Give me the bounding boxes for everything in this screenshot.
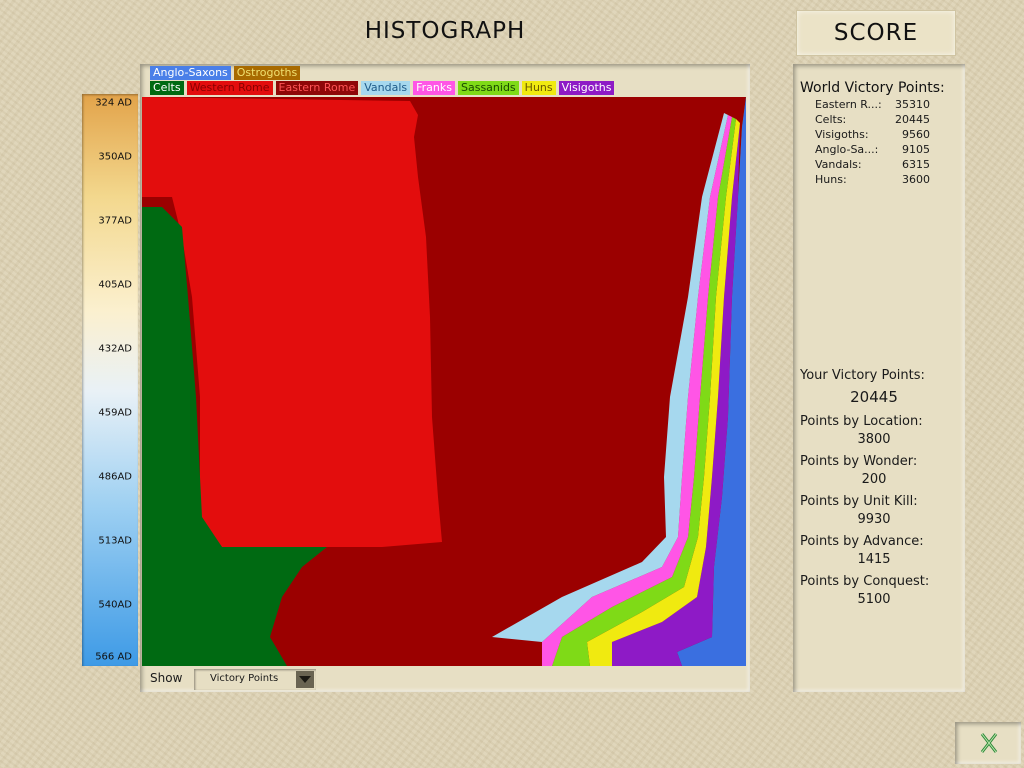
show-label: Show	[150, 671, 183, 685]
world-row-value: 6315	[902, 158, 930, 171]
your-victory-heading: Your Victory Points:	[800, 368, 925, 383]
legend-item-vandals[interactable]: Vandals	[361, 81, 411, 95]
world-row-name: Huns:	[815, 173, 847, 186]
histograph-plot	[142, 97, 746, 666]
world-row-name: Eastern R...:	[815, 98, 882, 111]
timeline-tick: 566 AD	[95, 651, 132, 663]
histograph-svg	[142, 97, 746, 666]
world-row-name: Vandals:	[815, 158, 862, 171]
legend-item-visigoths[interactable]: Visigoths	[558, 81, 615, 95]
timeline-bar: 324 AD 350AD 377AD 405AD 432AD 459AD 486…	[82, 94, 138, 666]
timeline-tick: 405AD	[98, 279, 132, 291]
timeline-tick: 432AD	[98, 343, 132, 355]
world-row-value: 9105	[902, 143, 930, 156]
points-wonder-label: Points by Wonder:	[800, 454, 918, 469]
your-victory-total: 20445	[850, 388, 898, 406]
points-location-label: Points by Location:	[800, 414, 923, 429]
points-conquest-label: Points by Conquest:	[800, 574, 930, 589]
points-conquest-value: 5100	[857, 592, 891, 607]
legend-item-ostrogoths[interactable]: Ostrogoths	[233, 66, 301, 80]
exit-button[interactable]	[963, 728, 1015, 758]
legend-item-sassanids[interactable]: Sassanids	[458, 81, 519, 95]
exit-frame	[955, 722, 1021, 764]
timeline-tick: 513AD	[98, 535, 132, 547]
exit-icon	[980, 733, 998, 753]
world-row: Anglo-Sa...: 9105	[815, 142, 930, 157]
world-row-name: Celts:	[815, 113, 847, 126]
legend: Anglo-Saxons Ostrogoths Celts Western Ro…	[150, 66, 750, 96]
points-location-value: 3800	[857, 432, 891, 447]
timeline-tick: 350AD	[98, 151, 132, 163]
timeline-tick: 459AD	[98, 407, 132, 419]
world-row-value: 3600	[902, 173, 930, 186]
world-row: Vandals: 6315	[815, 157, 930, 172]
world-row-name: Visigoths:	[815, 128, 869, 141]
world-row: Visigoths: 9560	[815, 127, 930, 142]
timeline-tick: 486AD	[98, 471, 132, 483]
timeline-tick: 540AD	[98, 599, 132, 611]
legend-item-franks[interactable]: Franks	[413, 81, 455, 95]
points-wonder-value: 200	[861, 472, 887, 487]
points-unitkill-label: Points by Unit Kill:	[800, 494, 918, 509]
points-advance-label: Points by Advance:	[800, 534, 924, 549]
legend-item-western-rome[interactable]: Western Rome	[186, 81, 273, 95]
world-row-value: 35310	[895, 98, 930, 111]
score-tab[interactable]: SCORE	[796, 10, 956, 56]
legend-item-celts[interactable]: Celts	[150, 81, 184, 95]
world-row: Celts: 20445	[815, 112, 930, 127]
legend-item-eastern-rome[interactable]: Eastern Rome	[275, 81, 359, 95]
legend-row-1: Anglo-Saxons Ostrogoths	[150, 66, 301, 80]
points-unitkill-value: 9930	[857, 512, 891, 527]
show-dropdown[interactable]: Victory Points	[194, 669, 316, 690]
world-row-name: Anglo-Sa...:	[815, 143, 879, 156]
world-row-value: 9560	[902, 128, 930, 141]
legend-item-anglo-saxons[interactable]: Anglo-Saxons	[150, 66, 231, 80]
legend-row-2: Celts Western Rome Eastern Rome Vandals …	[150, 81, 615, 95]
show-dropdown-value: Victory Points	[210, 673, 279, 684]
world-victory-points: World Victory Points: Eastern R...: 3531…	[800, 80, 960, 187]
chevron-down-icon[interactable]	[296, 671, 314, 688]
world-victory-heading: World Victory Points:	[800, 80, 945, 96]
world-row-value: 20445	[895, 113, 930, 126]
points-advance-value: 1415	[857, 552, 891, 567]
world-row: Eastern R...: 35310	[815, 97, 930, 112]
world-row: Huns: 3600	[815, 172, 930, 187]
timeline-tick: 324 AD	[95, 97, 132, 109]
legend-item-huns[interactable]: Huns	[521, 81, 556, 95]
timeline-tick: 377AD	[98, 215, 132, 227]
histograph-title: HISTOGRAPH	[364, 18, 526, 44]
